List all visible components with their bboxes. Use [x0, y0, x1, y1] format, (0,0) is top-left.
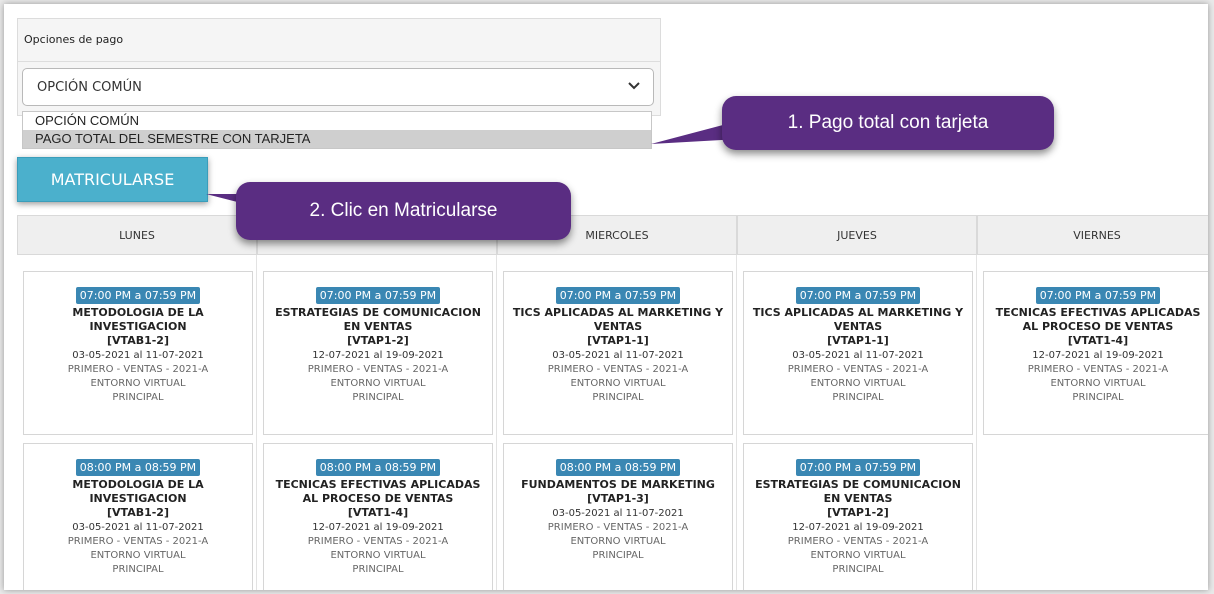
course-group: PRIMERO - VENTAS - 2021-A — [787, 536, 929, 547]
course-group: PRIMERO - VENTAS - 2021-A — [307, 536, 449, 547]
course-code: [VTAP1-1] — [827, 334, 889, 347]
page: Opciones de pago OPCIÓN COMÚN OPCIÓN COM… — [4, 4, 1208, 590]
class-card: 07:00 PM a 07:59 PM TICS APLICADAS AL MAR… — [503, 271, 733, 435]
class-card: 07:00 PM a 07:59 PM ESTRATEGIAS DE COMUNI… — [263, 271, 493, 435]
course-dates: 12-07-2021 al 19-09-2021 — [312, 350, 444, 361]
enroll-button[interactable]: MATRICULARSE — [17, 157, 208, 202]
course-code: [VTAP1-2] — [827, 506, 889, 519]
course-group: PRIMERO - VENTAS - 2021-A — [787, 364, 929, 375]
payment-option-select[interactable]: OPCIÓN COMÚN — [22, 68, 654, 106]
course-name: METODOLOGIA DE LA INVESTIGACION — [72, 478, 204, 505]
class-card: 07:00 PM a 07:59 PM ESTRATEGIAS DE COMUNI… — [743, 443, 973, 590]
option-opcion-comun[interactable]: OPCIÓN COMÚN — [23, 112, 651, 130]
course-dates: 03-05-2021 al 11-07-2021 — [552, 350, 684, 361]
course-group: PRIMERO - VENTAS - 2021-A — [67, 364, 209, 375]
class-time-badge: 08:00 PM a 08:59 PM — [315, 459, 441, 476]
class-time-badge: 07:00 PM a 07:59 PM — [795, 287, 921, 304]
class-time-badge: 07:00 PM a 07:59 PM — [315, 287, 441, 304]
course-code: [VTAP1-2] — [347, 334, 409, 347]
course-group: PRIMERO - VENTAS - 2021-A — [307, 364, 449, 375]
chevron-down-icon — [628, 82, 640, 90]
course-environment: ENTORNO VIRTUAL — [330, 378, 426, 389]
course-code: [VTAP1-3] — [587, 492, 649, 505]
course-dates: 03-05-2021 al 11-07-2021 — [792, 350, 924, 361]
course-environment: ENTORNO VIRTUAL — [570, 378, 666, 389]
course-name: TICS APLICADAS AL MARKETING Y VENTAS — [752, 306, 964, 333]
course-name: TECNICAS EFECTIVAS APLICADAS AL PROCESO … — [275, 478, 481, 505]
day-header: VIERNES — [977, 215, 1208, 255]
payment-options-dropdown: OPCIÓN COMÚN PAGO TOTAL DEL SEMESTRE CON… — [22, 111, 652, 149]
course-dates: 03-05-2021 al 11-07-2021 — [552, 508, 684, 519]
course-site: PRINCIPAL — [832, 392, 884, 403]
course-code: [VTAP1-1] — [587, 334, 649, 347]
course-site: PRINCIPAL — [352, 564, 404, 575]
class-card: 08:00 PM a 08:59 PM TECNICAS EFECTIVAS AP… — [263, 443, 493, 590]
course-group: PRIMERO - VENTAS - 2021-A — [547, 364, 689, 375]
course-group: PRIMERO - VENTAS - 2021-A — [1027, 364, 1169, 375]
class-card: 07:00 PM a 07:59 PM TECNICAS EFECTIVAS AP… — [983, 271, 1208, 435]
course-site: PRINCIPAL — [1072, 392, 1124, 403]
course-dates: 12-07-2021 al 19-09-2021 — [312, 522, 444, 533]
course-name: TECNICAS EFECTIVAS APLICADAS AL PROCESO … — [995, 306, 1201, 333]
class-time-badge: 08:00 PM a 08:59 PM — [555, 459, 681, 476]
course-environment: ENTORNO VIRTUAL — [570, 536, 666, 547]
panel-divider — [18, 61, 660, 62]
callout-pago-total: 1. Pago total con tarjeta — [722, 96, 1054, 150]
payment-options-label: Opciones de pago — [24, 33, 124, 46]
course-site: PRINCIPAL — [592, 550, 644, 561]
course-group: PRIMERO - VENTAS - 2021-A — [547, 522, 689, 533]
class-time-badge: 07:00 PM a 07:59 PM — [1035, 287, 1161, 304]
course-site: PRINCIPAL — [352, 392, 404, 403]
course-site: PRINCIPAL — [592, 392, 644, 403]
course-name: METODOLOGIA DE LA INVESTIGACION — [72, 306, 204, 333]
class-time-badge: 08:00 PM a 08:59 PM — [75, 459, 201, 476]
class-card: 08:00 PM a 08:59 PM FUNDAMENTOS DE MARKET… — [503, 443, 733, 590]
course-site: PRINCIPAL — [112, 392, 164, 403]
course-dates: 12-07-2021 al 19-09-2021 — [1032, 350, 1164, 361]
class-time-badge: 07:00 PM a 07:59 PM — [795, 459, 921, 476]
course-environment: ENTORNO VIRTUAL — [90, 378, 186, 389]
course-code: [VTAT1-4] — [1067, 334, 1129, 347]
course-name: ESTRATEGIAS DE COMUNICACION EN VENTAS — [755, 478, 961, 505]
option-pago-total-tarjeta[interactable]: PAGO TOTAL DEL SEMESTRE CON TARJETA — [23, 130, 651, 148]
class-time-badge: 07:00 PM a 07:59 PM — [75, 287, 201, 304]
course-name: TICS APLICADAS AL MARKETING Y VENTAS — [512, 306, 724, 333]
course-code: [VTAB1-2] — [107, 334, 169, 347]
course-group: PRIMERO - VENTAS - 2021-A — [67, 536, 209, 547]
class-card: 07:00 PM a 07:59 PM TICS APLICADAS AL MAR… — [743, 271, 973, 435]
course-environment: ENTORNO VIRTUAL — [330, 550, 426, 561]
class-card: 08:00 PM a 08:59 PM METODOLOGIA DE LA INV… — [23, 443, 253, 590]
course-environment: ENTORNO VIRTUAL — [1050, 378, 1146, 389]
course-environment: ENTORNO VIRTUAL — [90, 550, 186, 561]
class-time-badge: 07:00 PM a 07:59 PM — [555, 287, 681, 304]
course-dates: 03-05-2021 al 11-07-2021 — [72, 350, 204, 361]
course-name: FUNDAMENTOS DE MARKETING — [521, 478, 715, 491]
course-name: ESTRATEGIAS DE COMUNICACION EN VENTAS — [275, 306, 481, 333]
course-site: PRINCIPAL — [112, 564, 164, 575]
callout-matricularse: 2. Clic en Matricularse — [236, 182, 571, 240]
class-card: 07:00 PM a 07:59 PM METODOLOGIA DE LA INV… — [23, 271, 253, 435]
course-dates: 12-07-2021 al 19-09-2021 — [792, 522, 924, 533]
course-environment: ENTORNO VIRTUAL — [810, 550, 906, 561]
schedule-grid: LUNESMARTESMIERCOLESJUEVESVIERNES07:00 P… — [17, 215, 1208, 590]
course-site: PRINCIPAL — [832, 564, 884, 575]
day-header: JUEVES — [737, 215, 977, 255]
course-code: [VTAB1-2] — [107, 506, 169, 519]
course-code: [VTAT1-4] — [347, 506, 409, 519]
course-environment: ENTORNO VIRTUAL — [810, 378, 906, 389]
payment-select-value: OPCIÓN COMÚN — [37, 80, 142, 95]
course-dates: 03-05-2021 al 11-07-2021 — [72, 522, 204, 533]
